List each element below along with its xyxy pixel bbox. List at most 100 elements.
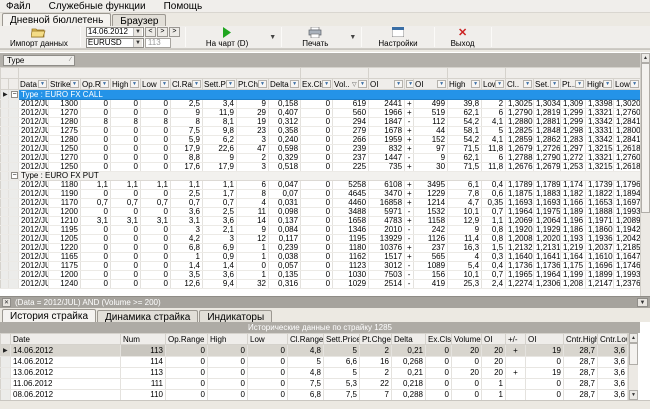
cell[interactable]: 0,8 <box>482 226 506 235</box>
cell[interactable]: 0 <box>426 379 452 390</box>
cell[interactable]: 4783 <box>369 217 405 226</box>
cell[interactable]: 1,1610 <box>586 253 614 262</box>
cell[interactable]: 23 <box>237 127 269 136</box>
table-row[interactable]: 2012/JUL119500032,190,084013462010-24290… <box>1 226 641 235</box>
cell[interactable]: 1,2859 <box>506 136 534 145</box>
cell[interactable]: 20 <box>482 357 506 368</box>
expand-cell[interactable]: − <box>9 172 19 181</box>
cell[interactable]: - <box>405 154 414 163</box>
cell[interactable]: 6,1 <box>448 181 482 190</box>
cell[interactable]: 0,316 <box>269 280 301 289</box>
cell[interactable]: 1190 <box>49 190 81 199</box>
cell[interactable]: 1,1936 <box>586 235 614 244</box>
cell[interactable]: 0,268 <box>392 357 426 368</box>
cell[interactable]: 1,219 <box>561 244 586 253</box>
print-dropdown-icon[interactable]: ▼ <box>346 34 359 41</box>
cell[interactable]: 1280 <box>49 136 81 145</box>
cell[interactable]: 1123 <box>333 262 369 271</box>
cell[interactable]: 11 <box>237 208 269 217</box>
cell[interactable]: + <box>405 217 414 226</box>
cell[interactable]: 3,6 <box>203 217 237 226</box>
cell[interactable]: 13.06.2012 <box>11 368 121 379</box>
table-row[interactable]: 2012/JUL12700008,8920,32902371447-962,16… <box>1 154 641 163</box>
cell[interactable]: 25,3 <box>448 280 482 289</box>
table-row[interactable]: 14.06.201211400056,6160,2680020028,73,6 <box>1 357 628 368</box>
cell[interactable]: 0,7 <box>171 199 203 208</box>
cell[interactable]: 0 <box>141 163 171 172</box>
cell[interactable]: 1,3025 <box>506 100 534 109</box>
cell[interactable]: 0,4 <box>482 181 506 190</box>
cell[interactable]: 1,174 <box>561 181 586 190</box>
cell[interactable]: 0,7 <box>203 199 237 208</box>
cell[interactable]: 0 <box>81 100 111 109</box>
cell[interactable]: 2012/JUL <box>19 100 49 109</box>
cell[interactable]: 1214 <box>414 199 448 208</box>
cell[interactable]: 1,1920 <box>506 226 534 235</box>
cell[interactable]: 1,1641 <box>534 253 561 262</box>
column-header-vol-[interactable]: Vol..▽▼ <box>333 79 369 90</box>
cell[interactable]: 0 <box>111 163 141 172</box>
cell[interactable]: 7,8 <box>448 190 482 199</box>
cell[interactable]: 5 <box>482 127 506 136</box>
cell[interactable]: 11.06.2012 <box>11 379 121 390</box>
cell[interactable]: 2012/JUL <box>19 136 49 145</box>
cell[interactable]: 237 <box>414 244 448 253</box>
cell[interactable]: 0 <box>426 390 452 401</box>
cell[interactable]: 13929 <box>369 235 405 244</box>
scroll-up-icon[interactable]: ▲ <box>629 333 638 343</box>
history-column-header[interactable]: OI <box>526 334 564 345</box>
table-row[interactable]: 11.06.20121110007,55,3220,218001028,73,6 <box>1 379 628 390</box>
column-header-sett-pri-[interactable]: Sett.Pri..▼ <box>203 79 237 90</box>
cell[interactable]: 0 <box>111 271 141 280</box>
cell[interactable]: 6 <box>482 109 506 118</box>
cell[interactable]: 0 <box>81 109 111 118</box>
cell[interactable]: 0,358 <box>269 127 301 136</box>
cell[interactable] <box>506 379 526 390</box>
tab-strike-dynamics[interactable]: Динамика страйка <box>97 310 198 322</box>
cell[interactable]: 1,253 <box>561 163 586 172</box>
cell[interactable]: 1,2788 <box>506 154 534 163</box>
cell[interactable]: 0 <box>141 271 171 280</box>
cell[interactable]: 0 <box>81 163 111 172</box>
history-column-header[interactable]: Num <box>121 334 166 345</box>
cell[interactable]: 1175 <box>49 262 81 271</box>
cell[interactable]: 19 <box>526 368 564 379</box>
cell[interactable]: 17,9 <box>171 145 203 154</box>
filter-dropdown-icon[interactable]: ▼ <box>192 80 201 88</box>
filter-dropdown-icon[interactable]: ▼ <box>70 80 79 88</box>
cell[interactable]: 1,1736 <box>506 262 534 271</box>
history-column-header[interactable]: Date <box>11 334 121 345</box>
cell[interactable]: 0,6 <box>482 190 506 199</box>
cell[interactable]: 0 <box>166 390 208 401</box>
expand-cell[interactable]: − <box>9 90 19 100</box>
table-row[interactable]: 2012/JUL125000017,617,930,5180225735+307… <box>1 163 641 172</box>
column-header-cl-[interactable]: Cl..▼ <box>506 79 534 90</box>
cell[interactable]: 6,8 <box>288 390 324 401</box>
cell[interactable]: 0 <box>111 226 141 235</box>
cell[interactable]: 1,1789 <box>506 181 534 190</box>
cell[interactable]: 1,3398 <box>586 100 614 109</box>
cell[interactable]: 1195 <box>333 235 369 244</box>
column-header-high[interactable]: High▼ <box>111 79 141 90</box>
cell[interactable]: 11,4 <box>448 235 482 244</box>
cell[interactable]: 6,9 <box>203 244 237 253</box>
cell[interactable]: 1,3215 <box>586 163 614 172</box>
cell[interactable]: 1 <box>237 271 269 280</box>
cell[interactable]: 1250 <box>49 163 81 172</box>
cell[interactable]: 1210 <box>49 217 81 226</box>
table-row[interactable]: 2012/JUL13000002,53,490,15806192441+4993… <box>1 100 641 109</box>
cell[interactable]: + <box>405 145 414 154</box>
cell[interactable]: 12,9 <box>448 217 482 226</box>
group-row-label[interactable]: Type : EURO FX CALL <box>19 90 641 100</box>
cell[interactable]: 1,199 <box>561 271 586 280</box>
cell[interactable]: 0 <box>452 357 482 368</box>
cell[interactable]: 4,7 <box>448 199 482 208</box>
cell[interactable]: 242 <box>414 226 448 235</box>
scroll-up-icon[interactable]: ▲ <box>641 53 650 63</box>
cell[interactable]: 2 <box>237 154 269 163</box>
cell[interactable]: 0 <box>81 208 111 217</box>
cell[interactable]: 0 <box>301 262 333 271</box>
cell[interactable]: 832 <box>369 145 405 154</box>
cell[interactable]: 2 <box>482 100 506 109</box>
cell[interactable]: 1,2037 <box>586 244 614 253</box>
